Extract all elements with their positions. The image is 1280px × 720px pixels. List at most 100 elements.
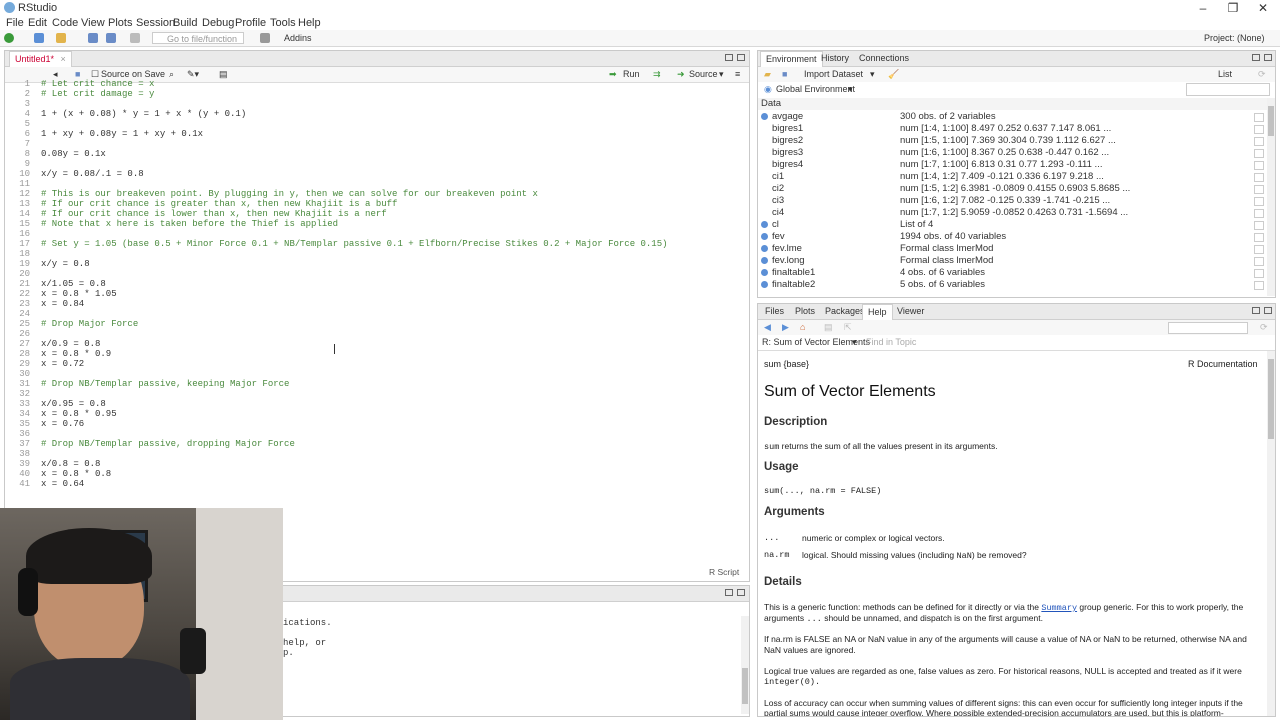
print-help-icon[interactable]: ▤ [824, 322, 833, 333]
tab-plots[interactable]: Plots [790, 304, 820, 319]
outline-icon[interactable]: ≡ [735, 69, 740, 79]
scope-dropdown-icon[interactable]: ▾ [848, 84, 853, 95]
save-workspace-icon[interactable]: ■ [782, 69, 787, 79]
maximize-pane-icon[interactable] [737, 54, 745, 61]
env-table-row[interactable]: finaltable2 5 obs. of 6 variables [758, 279, 1267, 291]
save-all-icon[interactable] [106, 33, 116, 43]
expand-row-icon[interactable] [761, 245, 768, 252]
view-data-icon[interactable] [1254, 269, 1264, 278]
view-data-icon[interactable] [1254, 233, 1264, 242]
grid-icon[interactable] [1254, 137, 1264, 146]
code-line[interactable]: # Let crit chance = x [41, 79, 154, 89]
env-table-row[interactable]: cl List of 4 [758, 219, 1267, 231]
console-scrollbar[interactable] [741, 616, 749, 714]
env-table-row[interactable]: fev.long Formal class lmerMod [758, 255, 1267, 267]
code-line[interactable]: 0.08y = 0.1x [41, 149, 106, 159]
open-folder-icon[interactable] [56, 33, 66, 43]
code-line[interactable]: # Drop Major Force [41, 319, 138, 329]
expand-row-icon[interactable] [761, 113, 768, 120]
code-line[interactable]: x/0.9 = 0.8 [41, 339, 100, 349]
find-in-topic-input[interactable]: Find in Topic [866, 337, 916, 347]
env-table-row[interactable]: bigres3 num [1:6, 1:100] 8.367 0.25 0.638… [758, 147, 1267, 159]
code-line[interactable]: x = 0.84 [41, 299, 84, 309]
view-data-icon[interactable] [1254, 221, 1264, 230]
code-line[interactable]: # If our crit chance is lower than x, th… [41, 209, 387, 219]
code-line[interactable]: x/y = 0.08/.1 = 0.8 [41, 169, 144, 179]
menu-help[interactable]: Help [298, 17, 321, 29]
close-tab-icon[interactable]: × [61, 54, 66, 64]
menu-view[interactable]: View [81, 17, 105, 29]
expand-row-icon[interactable] [761, 221, 768, 228]
save-file-icon[interactable]: ■ [75, 69, 80, 79]
expand-row-icon[interactable] [761, 269, 768, 276]
code-line[interactable]: # Drop NB/Templar passive, keeping Major… [41, 379, 289, 389]
home-icon[interactable]: ⌂ [800, 322, 805, 332]
code-line[interactable]: 1 + xy + 0.08y = 1 + xy + 0.1x [41, 129, 203, 139]
addins-menu[interactable]: Addins [284, 33, 312, 43]
env-minimize-icon[interactable] [1252, 54, 1260, 61]
help-search-input[interactable] [1168, 322, 1248, 334]
menu-profile[interactable]: Profile [235, 17, 266, 29]
expand-row-icon[interactable] [761, 257, 768, 264]
code-line[interactable]: x = 0.8 * 0.8 [41, 469, 111, 479]
env-table-row[interactable]: finaltable1 4 obs. of 6 variables [758, 267, 1267, 279]
grid-icon[interactable] [1254, 161, 1264, 170]
grid-icon[interactable] [1254, 185, 1264, 194]
code-line[interactable]: x = 0.76 [41, 419, 84, 429]
import-dropdown-icon[interactable]: ▾ [870, 69, 875, 80]
code-line[interactable]: # Note that x here is taken before the T… [41, 219, 338, 229]
goto-file-input[interactable]: Go to file/function [152, 32, 244, 44]
print-icon[interactable] [130, 33, 140, 43]
tab-history[interactable]: History [816, 51, 854, 66]
tab-untitled1[interactable]: Untitled1* × [9, 51, 72, 67]
env-table-row[interactable]: ci1 num [1:4, 1:2] 7.409 -0.121 0.336 6.1… [758, 171, 1267, 183]
topic-dropdown-icon[interactable]: ▾ [852, 337, 857, 348]
broom-icon[interactable]: 🧹 [888, 69, 899, 80]
console-minimize-icon[interactable] [725, 589, 733, 596]
new-file-icon[interactable] [4, 33, 14, 43]
env-table-row[interactable]: fev.lme Formal class lmerMod [758, 243, 1267, 255]
code-line[interactable]: x/0.95 = 0.8 [41, 399, 106, 409]
back-icon[interactable]: ◀ [764, 322, 771, 333]
code-line[interactable]: 1 + (x + 0.08) * y = 1 + x * (y + 0.1) [41, 109, 246, 119]
console-output[interactable]: ications. help, or p. [283, 618, 332, 658]
minimize-pane-icon[interactable] [725, 54, 733, 61]
view-data-icon[interactable] [1254, 245, 1264, 254]
code-editor[interactable]: 1 # Let crit chance = x 2 # Let crit damage… [8, 79, 748, 499]
minimize-icon[interactable]: – [1188, 0, 1218, 16]
grid-layout-icon[interactable] [260, 33, 270, 43]
save-icon[interactable] [88, 33, 98, 43]
forward-icon[interactable]: ▶ [782, 322, 789, 333]
help-maximize-icon[interactable] [1264, 307, 1272, 314]
env-table-row[interactable]: ci3 num [1:6, 1:2] 7.082 -0.125 0.339 -1.… [758, 195, 1267, 207]
menu-tools[interactable]: Tools [270, 17, 296, 29]
code-line[interactable]: # Let crit damage = y [41, 89, 154, 99]
code-line[interactable]: x = 0.64 [41, 479, 84, 489]
env-table-row[interactable]: bigres4 num [1:7, 1:100] 6.813 0.31 0.77 … [758, 159, 1267, 171]
code-line[interactable]: x/1.05 = 0.8 [41, 279, 106, 289]
import-dataset-button[interactable]: Import Dataset [804, 69, 863, 79]
grid-icon[interactable] [1254, 149, 1264, 158]
env-table-row[interactable]: fev 1994 obs. of 40 variables [758, 231, 1267, 243]
menu-build[interactable]: Build [173, 17, 197, 29]
code-line[interactable]: x/0.8 = 0.8 [41, 459, 100, 469]
expand-row-icon[interactable] [761, 233, 768, 240]
help-scrollbar[interactable] [1267, 351, 1275, 716]
view-data-icon[interactable] [1254, 113, 1264, 122]
load-workspace-icon[interactable]: ▰ [764, 69, 771, 80]
env-table-row[interactable]: bigres2 num [1:5, 1:100] 7.369 30.304 0.7… [758, 135, 1267, 147]
open-new-window-icon[interactable]: ⇱ [844, 322, 852, 333]
code-line[interactable]: # Set y = 1.05 (base 0.5 + Minor Force 0… [41, 239, 668, 249]
file-type-status[interactable]: R Script [709, 567, 739, 577]
env-table-row[interactable]: avgage 300 obs. of 2 variables [758, 111, 1267, 123]
env-table-row[interactable]: ci4 num [1:7, 1:2] 5.9059 -0.0852 0.4263 … [758, 207, 1267, 219]
restore-icon[interactable]: ❐ [1218, 0, 1248, 16]
project-menu[interactable]: Project: (None) [1204, 33, 1265, 43]
grid-icon[interactable] [1254, 173, 1264, 182]
env-scrollbar[interactable] [1267, 98, 1275, 296]
env-maximize-icon[interactable] [1264, 54, 1272, 61]
view-mode-select[interactable]: List [1218, 69, 1232, 79]
close-icon[interactable]: ✕ [1248, 0, 1278, 16]
view-data-icon[interactable] [1254, 281, 1264, 290]
source-button[interactable]: Source [689, 69, 718, 79]
